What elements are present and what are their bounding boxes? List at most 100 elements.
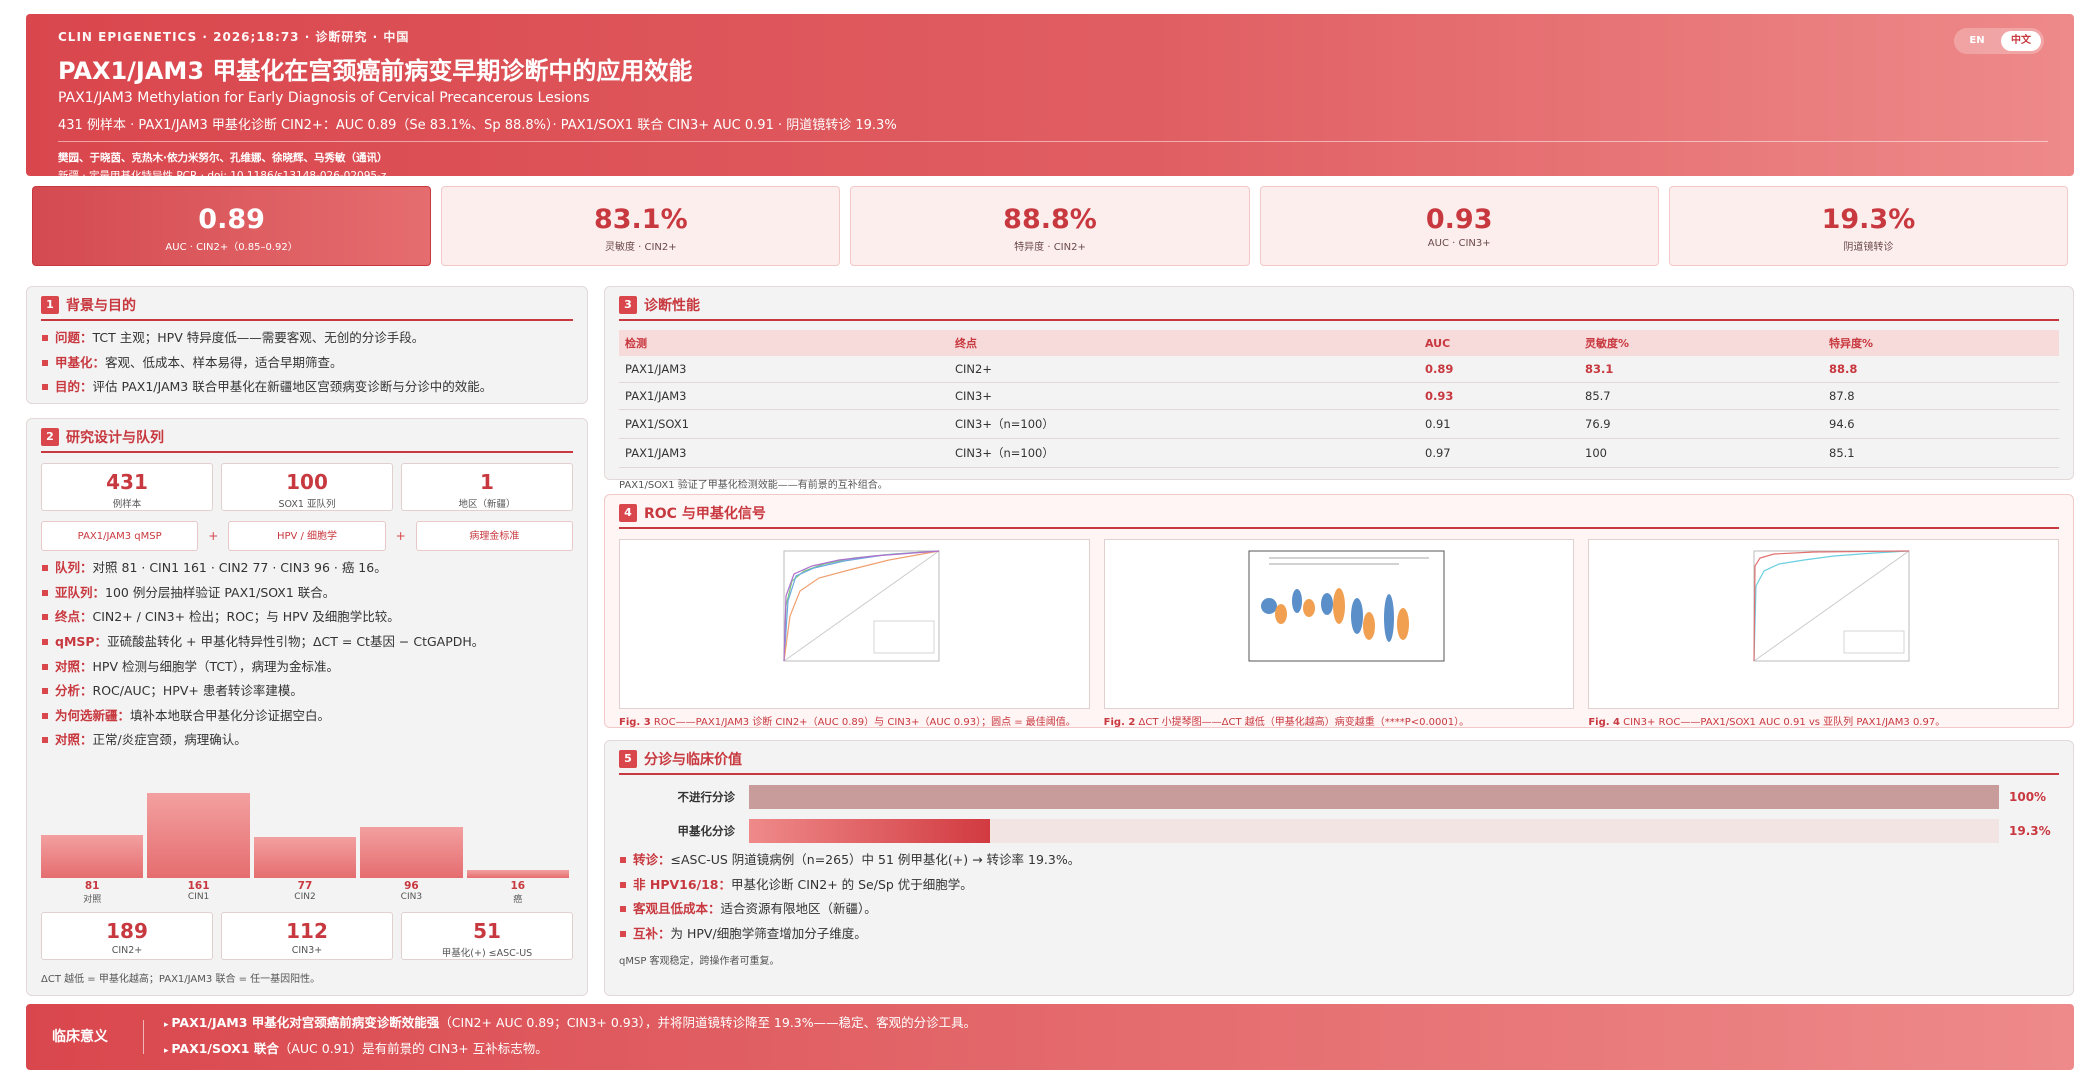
cohort-bar [466,870,569,878]
triage-bar [749,785,1999,809]
cohort-bar [360,827,463,878]
roc-plot-image [783,550,940,662]
plus-sign: + [395,529,406,543]
plus-sign: + [208,529,219,543]
figure-caption: Fig. 4 CIN3+ ROC——PAX1/SOX1 AUC 0.91 vs … [1588,717,1946,728]
stat-box: 431 例样本 [41,463,213,511]
cohort-bar-label: 77 CIN2 [294,880,316,902]
list-item: qMSP：亚硫酸盐转化 + 甲基化特异性引物；ΔCT = Ct基因 − CtGA… [41,634,573,650]
triage-bar-label: 不进行分诊 [677,790,736,804]
cohort-bar [147,793,250,878]
page-title: PAX1/JAM3 甲基化在宫颈癌前病变早期诊断中的应用效能 [58,57,693,85]
stat-box: 189 CIN2+ [41,912,213,960]
kpi-row: 0.89 AUC · CIN2+（0.85–0.92） 83.1% 灵敏度 · CI… [32,186,2069,266]
stat-box: 100 SOX1 亚队列 [221,463,393,511]
performance-section: 3 诊断性能 检测 终点 AUC 灵敏度% 特异度% PAX1/JAM3 CIN2+… [604,286,2074,491]
section-number: 4 [619,504,637,522]
triage-bar-row: 甲基化分诊 19.3% [619,819,2059,843]
method-flow: PAX1/JAM3 qMSP + HPV / 细胞学 + 病理金标准 [41,521,574,551]
kpi-value: 83.1% [593,204,688,235]
cohort-stats: 431 例样本 100 SOX1 亚队列 1 地区（新疆） [41,463,573,511]
study-meta: 新疆 · 定量甲基化特异性 PCR · doi: 10.1186/s13148-… [58,170,387,182]
banner-line: PAX1/SOX1 联合（AUC 0.91）是有前景的 CIN3+ 互补标志物。 [164,1037,976,1063]
banner-title: 临床意义 [52,1020,144,1054]
cohort-bar [253,837,357,878]
list-item: 互补：为 HPV/细胞学筛查增加分子维度。 [619,926,2059,942]
list-item: 分析：ROC/AUC；HPV+ 患者转诊率建模。 [41,683,573,699]
table-row: PAX1/JAM3 CIN3+（n=100） 0.97 100 85.1 [619,438,2059,468]
list-item: 对照：HPV 检测与细胞学（TCT），病理为金标准。 [41,659,573,675]
header-divider [58,141,2048,142]
flow-step: HPV / 细胞学 [228,521,386,551]
outcome-stats: 189 CIN2+ 112 CIN3+ 51 甲基化(+) ≤ASC-US [41,912,573,960]
list-item: 非 HPV16/18：甲基化诊断 CIN2+ 的 Se/Sp 优于细胞学。 [619,877,2059,893]
flow-step: 病理金标准 [415,521,574,551]
kpi-label: AUC · CIN3+ [1427,238,1491,249]
section-number: 1 [41,296,59,314]
background-section: 1 背景与目的 问题：TCT 主观；HPV 特异度低——需要客观、无创的分诊手段。… [26,286,588,404]
triage-section: 5 分诊与临床价值 不进行分诊 100% 甲基化分诊 19.3% 转诊：≤ASC-… [604,740,2074,996]
performance-table: 检测 终点 AUC 灵敏度% 特异度% PAX1/JAM3 CIN2+ 0.89 83… [619,330,2059,468]
footnote: ΔCT 越低 = 甲基化越高；PAX1/JAM3 联合 = 任一基因阳性。 [41,974,321,985]
kpi-label: 特异度 · CIN2+ [1014,242,1086,253]
language-toggle: EN 中文 [1954,28,2044,54]
section-number: 3 [619,296,637,314]
list-item: 客观且低成本：适合资源有限地区（新疆）。 [619,901,2059,917]
triage-bar-value: 100% [2009,790,2047,804]
violin-plot-image [1248,550,1445,662]
stat-box: 1 地区（新疆） [401,463,573,511]
list-item: 目的：评估 PAX1/JAM3 联合甲基化在新疆地区宫颈病变诊断与分诊中的效能。 [41,379,573,395]
triage-bar [749,819,991,843]
banner-line: PAX1/JAM3 甲基化对宫颈癌前病变诊断效能强（CIN2+ AUC 0.89… [164,1011,976,1037]
lang-en-button[interactable]: EN [1957,31,1997,51]
section-title: 5 分诊与临床价值 [619,749,2059,775]
list-item: 甲基化：客观、低成本、样本易得，适合早期筛查。 [41,355,573,371]
clinical-significance-banner: 临床意义 PAX1/JAM3 甲基化对宫颈癌前病变诊断效能强（CIN2+ AUC… [26,1004,2074,1070]
cohort-bar-label: 96 CIN3 [400,880,423,902]
section-title: 1 背景与目的 [41,295,573,321]
section-title: 2 研究设计与队列 [41,427,573,453]
figure-roc-cin [619,539,1090,709]
figure-caption: Fig. 3 ROC——PAX1/JAM3 诊断 CIN2+（AUC 0.89）… [619,717,1076,728]
kpi-value: 19.3% [1821,204,1916,235]
stat-box: 51 甲基化(+) ≤ASC-US [401,912,573,960]
footnote: qMSP 客观稳定，跨操作者可重复。 [619,955,780,967]
table-note: PAX1/SOX1 验证了甲基化检测效能——有前景的互补组合。 [619,480,888,491]
stat-box: 112 CIN3+ [221,912,393,960]
triage-bar-label: 甲基化分诊 [677,824,736,838]
kpi-value: 88.8% [1003,204,1097,235]
section-number: 2 [41,428,59,446]
cohort-bar-label: 161 CIN1 [187,880,210,902]
roc-section: 4 ROC 与甲基化信号 Fig. 3 ROC——PAX1/JAM3 诊断 CI… [604,494,2074,728]
table-row: PAX1/JAM3 CIN2+ 0.89 83.1 88.8 [619,356,2059,383]
kpi-label: AUC · CIN2+（0.85–0.92） [165,242,298,253]
kpi-card: 19.3% 阴道镜转诊 [1668,186,2069,266]
english-subtitle: PAX1/JAM3 Methylation for Early Diagnosi… [58,90,590,106]
kpi-card: 88.8% 特异度 · CIN2+ [850,186,1250,266]
list-item: 为何选新疆：填补本地联合甲基化分诊证据空白。 [41,708,573,724]
cohort-bar-label: 81 对照 [83,880,102,905]
list-item: 终点：CIN2+ / CIN3+ 检出；ROC；与 HPV 及细胞学比较。 [41,609,573,625]
figure-violin [1103,539,1575,709]
section-number: 5 [619,750,637,768]
table-header: AUC [1419,330,1579,356]
section-title: 3 诊断性能 [619,295,2059,321]
figure-caption: Fig. 2 ΔCT 小提琴图——ΔCT 越低（甲基化越高）病变越重（****P… [1103,717,1470,728]
kpi-value: 0.89 [198,204,265,235]
cohort-bar-labels: 81 对照 161 CIN1 77 CIN2 96 CIN3 16 癌 [41,878,573,910]
triage-bar-row: 不进行分诊 100% [619,785,2059,809]
kpi-card: 0.89 AUC · CIN2+（0.85–0.92） [32,186,432,266]
cohort-bar [41,835,144,878]
doi-link[interactable]: 10.1186/s13148-026-02095-z [230,170,386,182]
kpi-card: 83.1% 灵敏度 · CIN2+ [441,186,841,266]
list-item: 亚队列：100 例分层抽样验证 PAX1/SOX1 联合。 [41,585,573,601]
cohort-bar-chart [41,760,573,878]
lang-zh-button[interactable]: 中文 [2001,31,2041,51]
table-header: 检测 [619,330,949,356]
journal-kicker: CLIN EPIGENETICS · 2026;18:73 · 诊断研究 · 中… [58,30,410,44]
header: CLIN EPIGENETICS · 2026;18:73 · 诊断研究 · 中… [26,14,2074,182]
list-item: 问题：TCT 主观；HPV 特异度低——需要客观、无创的分诊手段。 [41,330,573,346]
summary-stats: 431 例样本 · PAX1/JAM3 甲基化诊断 CIN2+：AUC 0.89… [58,118,897,133]
kpi-card: 0.93 AUC · CIN3+ [1259,186,1659,266]
triage-bar-value: 19.3% [2009,824,2051,838]
